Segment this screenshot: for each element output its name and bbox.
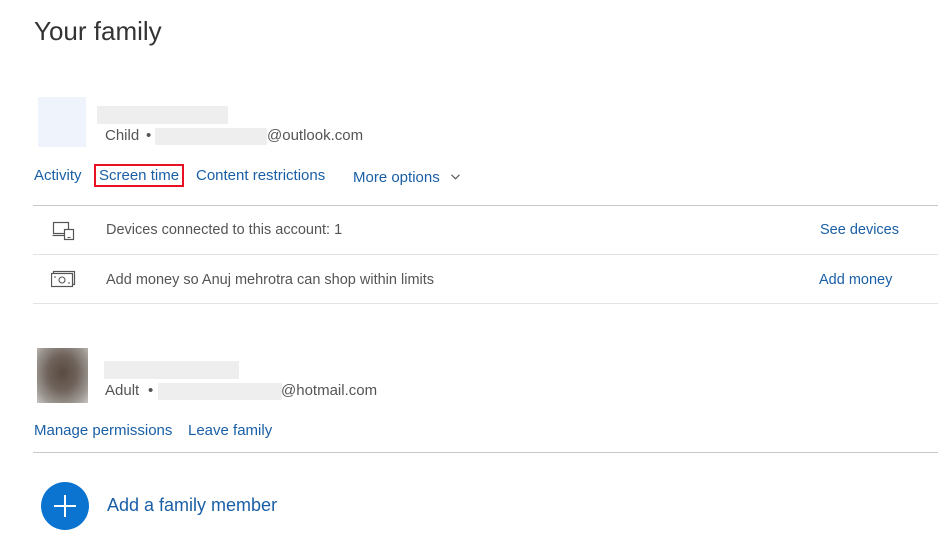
screen-time-link[interactable]: Screen time (94, 164, 185, 187)
row-divider (33, 254, 938, 255)
child-avatar (38, 97, 86, 147)
manage-permissions-link[interactable]: Manage permissions (34, 422, 172, 439)
child-name-redacted (97, 106, 228, 124)
adult-email-domain: @hotmail.com (281, 382, 378, 399)
add-money-text: Add money so Anuj mehrotra can shop with… (106, 272, 435, 288)
money-icon (51, 270, 77, 288)
adult-actions-divider (33, 452, 938, 453)
child-actions-divider (33, 205, 938, 206)
more-options-label: More options (353, 169, 440, 186)
child-role: Child (105, 127, 140, 144)
adult-avatar (37, 348, 88, 403)
child-email-domain: @outlook.com (267, 127, 364, 144)
adult-email-redacted (158, 383, 282, 400)
row-divider (33, 303, 938, 304)
add-money-link[interactable]: Add money (819, 272, 892, 288)
activity-link[interactable]: Activity (34, 167, 82, 184)
add-family-member-link[interactable]: Add a family member (107, 495, 277, 516)
add-family-member-button[interactable] (41, 482, 89, 530)
devices-icon (52, 221, 76, 241)
leave-family-link[interactable]: Leave family (188, 422, 272, 439)
see-devices-link[interactable]: See devices (820, 222, 899, 238)
child-email-separator: • (146, 127, 152, 144)
more-options-dropdown[interactable]: More options (353, 167, 460, 186)
content-restrictions-link[interactable]: Content restrictions (196, 167, 325, 184)
devices-connected-text: Devices connected to this account: 1 (106, 222, 343, 238)
child-email-redacted (155, 128, 267, 145)
plus-icon (54, 495, 76, 517)
chevron-down-icon (451, 167, 460, 184)
page-title: Your family (34, 16, 162, 46)
adult-name-redacted (104, 361, 239, 379)
adult-email-separator: • (148, 382, 154, 399)
screen-time-label: Screen time (99, 167, 180, 184)
adult-role: Adult (105, 382, 140, 399)
